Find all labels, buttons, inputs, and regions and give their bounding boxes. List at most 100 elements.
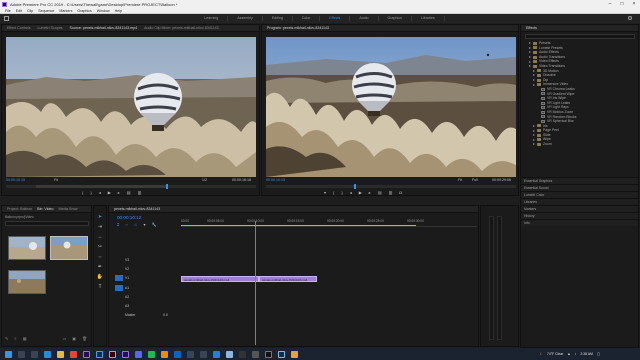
trash-icon[interactable]: 🗑 [82,336,87,342]
tab-program[interactable]: Program: pexels-mikhail-nilov-8341143 [267,26,329,30]
menu-edit[interactable]: Edit [16,9,22,13]
export-frame-icon[interactable]: ◘ [399,190,401,195]
new-bin-icon[interactable]: ▭ [62,336,66,342]
premiere-taskbar-icon[interactable] [122,350,129,358]
track-a2[interactable]: A2 [125,295,129,299]
clip-thumb-3[interactable] [8,270,46,294]
clip-thumb-2[interactable] [50,236,88,260]
panel-info[interactable]: Info [521,219,638,226]
video-clip-1[interactable]: pexels-mikhail-nilov-8341143.mp4 [181,276,259,282]
vlc-icon[interactable] [161,350,168,358]
step-back-icon[interactable]: ◂ [99,190,101,195]
maximize-icon[interactable]: □ [616,0,628,8]
program-resolution[interactable]: Full [472,178,478,182]
tab-lumetri-scopes[interactable]: Lumetri Scopes [38,26,63,30]
clip-thumb-1[interactable] [8,236,46,260]
menu-file[interactable]: File [5,9,11,13]
network-icon[interactable]: ▲ [567,352,570,356]
tab-source[interactable]: Source: pexels-mikhail-nilov-8341143.mp4 [69,26,137,30]
pen-tool-icon[interactable]: ✒ [98,264,102,270]
tab-effects[interactable]: Effects [526,26,537,30]
source-timecode[interactable]: 00:00:10:15 [6,178,25,182]
snap-icon[interactable]: ∩ [125,222,128,227]
panel-essential-sound[interactable]: Essential Sound [521,184,638,191]
source-patch-v1[interactable] [115,275,123,281]
mail-icon[interactable] [174,350,181,358]
task-view-icon[interactable] [31,350,38,358]
clock-time[interactable]: 2:38 AM [580,352,592,356]
weather-icon[interactable]: ☾ [540,352,543,356]
lift-icon[interactable]: ▤ [378,190,382,195]
prog-mark-out-icon[interactable]: } [341,190,342,195]
source-video-frame[interactable] [6,37,256,177]
taskbar-search-icon[interactable] [18,350,25,358]
tab-audio-clip-mixer[interactable]: Audio Clip Mixer: pexels-mikhail-nilov-8… [144,26,218,30]
program-timecode[interactable]: 00:00:10:15 [266,178,285,182]
selection-tool-icon[interactable]: ➤ [98,214,102,220]
prog-play-icon[interactable]: ▶ [359,190,362,195]
minimize-icon[interactable]: – [604,0,616,8]
workspace-assembly[interactable]: Assembly [228,16,263,21]
source-patch-a1[interactable] [115,285,123,291]
spotify-icon[interactable] [148,350,155,358]
new-item-icon[interactable]: ▣ [72,336,76,342]
notification-icon[interactable]: ▢ [597,352,600,356]
track-a1[interactable]: A1 [125,286,129,290]
add-marker-timeline-icon[interactable]: ▾ [144,222,146,227]
overwrite-icon[interactable]: ▥ [138,190,142,195]
workspace-editing[interactable]: Editing [263,16,293,21]
expand-arrow-icon[interactable] [533,69,535,72]
video-clip-2[interactable]: pexels-mikhail-nilov-8341143.mp4 [259,276,317,282]
expand-arrow-icon[interactable] [533,138,535,141]
notepad-icon[interactable] [226,350,233,358]
insert-icon[interactable]: ▤ [127,190,131,195]
settings-gear-icon[interactable] [200,350,207,358]
icon-view-icon[interactable]: ▦ [23,336,27,342]
project-search-input[interactable] [5,221,89,226]
expand-arrow-icon[interactable] [529,56,531,59]
tab-sequence[interactable]: pexels-mikhail-nilov-8341143 [114,207,160,211]
panel-libraries[interactable]: Libraries [521,198,638,205]
panel-essential-graphics[interactable]: Essential Graphics [521,177,638,184]
type-tool-icon[interactable]: T [98,284,101,290]
menu-clip[interactable]: Clip [27,9,33,13]
chrome-icon[interactable] [70,350,77,358]
workspace-graphics[interactable]: Graphics [379,16,412,21]
discord-icon[interactable] [135,350,142,358]
timeline-timecode[interactable]: 00:00:10:12 [117,215,141,220]
home-icon[interactable] [4,16,9,21]
prog-step-back-icon[interactable]: ◂ [350,190,352,195]
list-view-icon[interactable]: ≡ [14,336,16,342]
prog-mark-in-icon[interactable]: { [333,190,334,195]
workspace-learning[interactable]: Learning [195,16,229,21]
volume-icon[interactable]: ♪ [575,352,577,356]
photoshop-icon[interactable] [96,350,103,358]
panel-lumetri-color[interactable]: Lumetri Color [521,191,638,198]
paint-icon[interactable] [291,350,298,358]
search-icon[interactable] [628,16,632,20]
slip-tool-icon[interactable]: ⇔ [98,254,103,260]
menu-sequence[interactable]: Sequence [38,9,54,13]
extract-icon[interactable]: ▥ [389,190,393,195]
menu-help[interactable]: Help [115,9,122,13]
menu-markers[interactable]: Markers [59,9,72,13]
add-marker-icon[interactable]: ▾ [324,190,326,195]
ripple-edit-tool-icon[interactable]: ↔ [98,234,103,240]
expand-arrow-icon[interactable] [529,60,531,63]
effects-search-input[interactable] [525,34,635,39]
expand-arrow-icon[interactable] [533,79,535,82]
program-video-frame[interactable] [266,37,516,177]
edge-icon[interactable] [44,350,51,358]
track-select-tool-icon[interactable]: ⇥ [98,224,102,230]
program-playhead[interactable] [354,184,356,189]
track-a3[interactable]: A3 [125,304,129,308]
panel-markers[interactable]: Markers [521,205,638,212]
program-scrub-bar[interactable] [266,184,516,189]
tab-project[interactable]: Project: Balloon [7,207,32,211]
after-effects-icon[interactable] [83,350,90,358]
obs-icon[interactable] [239,350,246,358]
expand-arrow-icon[interactable] [529,51,531,54]
workspace-color[interactable]: Color [293,16,321,21]
mark-in-icon[interactable]: { [82,190,83,195]
program-fit[interactable]: Fit [458,178,462,182]
